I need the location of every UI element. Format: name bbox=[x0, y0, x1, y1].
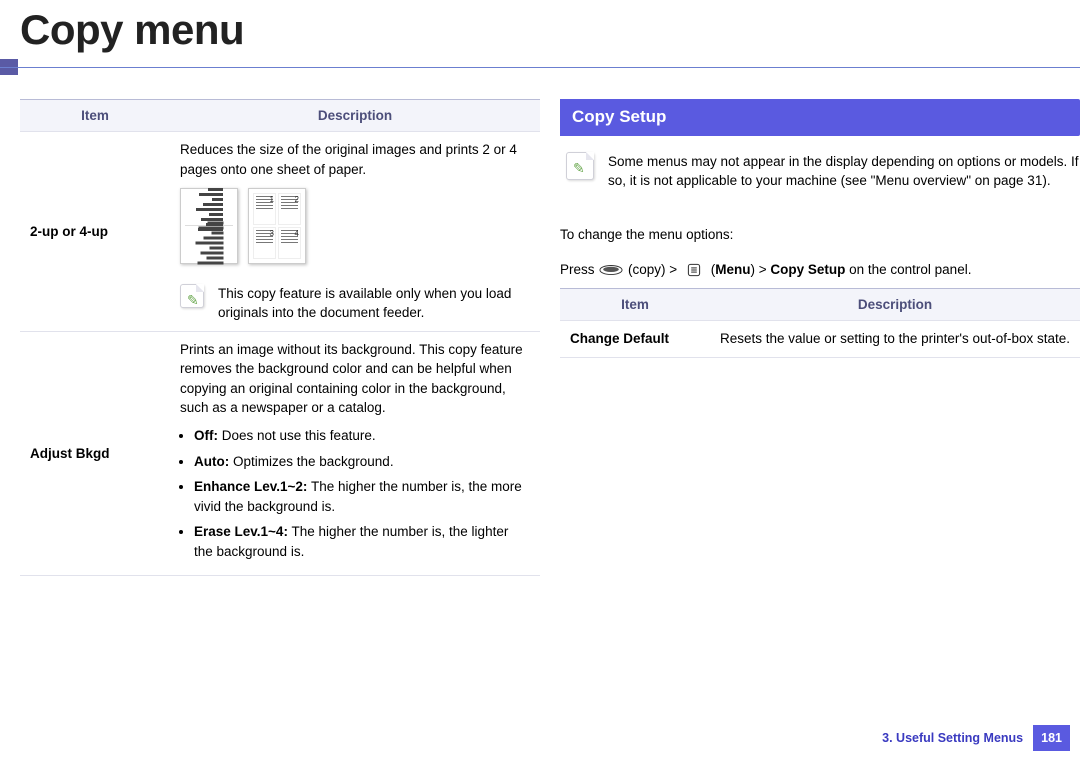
option-off: Off: Does not use this feature. bbox=[194, 426, 530, 446]
column-header-description: Description bbox=[710, 288, 1080, 321]
page-footer: 3. Useful Setting Menus 181 bbox=[882, 725, 1070, 751]
note-copy-setup: Some menus may not appear in the display… bbox=[560, 152, 1080, 205]
note-icon bbox=[180, 284, 204, 308]
menu-label: Menu bbox=[715, 262, 750, 277]
desc-text: Reduces the size of the original images … bbox=[180, 140, 530, 179]
table-row: 2-up or 4-up Reduces the size of the ori… bbox=[20, 132, 540, 331]
note-text: This copy feature is available only when… bbox=[218, 284, 530, 323]
footer-section: 3. Useful Setting Menus bbox=[882, 729, 1023, 747]
item-adjust-bkgd: Adjust Bkgd bbox=[20, 331, 170, 576]
copy-feature-table: Item Description 2-up or 4-up Reduces th… bbox=[20, 99, 540, 576]
note-nup: This copy feature is available only when… bbox=[180, 278, 530, 323]
right-column: Copy Setup Some menus may not appear in … bbox=[560, 99, 1080, 576]
note-icon bbox=[566, 152, 594, 180]
menu-button-icon bbox=[681, 263, 707, 277]
section-heading-copy-setup: Copy Setup bbox=[560, 99, 1080, 136]
item-nup: 2-up or 4-up bbox=[20, 132, 170, 331]
gt-sep: ) > bbox=[750, 262, 770, 277]
desc-text: Prints an image without its background. … bbox=[180, 340, 530, 418]
title-rule bbox=[0, 67, 1080, 71]
table-row: Adjust Bkgd Prints an image without its … bbox=[20, 331, 540, 576]
option-enhance: Enhance Lev.1~2: The higher the number i… bbox=[194, 477, 530, 516]
press-instruction: Press (copy) > (Menu) > Copy Setup on th… bbox=[560, 260, 1080, 280]
desc-adjust-bkgd: Prints an image without its background. … bbox=[170, 331, 540, 576]
change-options-intro: To change the menu options: bbox=[560, 225, 1080, 245]
page-title: Copy menu bbox=[0, 0, 1080, 67]
left-column: Item Description 2-up or 4-up Reduces th… bbox=[20, 99, 540, 576]
item-change-default: Change Default bbox=[560, 321, 710, 358]
adjust-bkgd-options: Off: Does not use this feature. Auto: Op… bbox=[180, 426, 530, 561]
thumb-2up-icon bbox=[180, 188, 238, 264]
copy-button-icon bbox=[598, 263, 624, 277]
press-word: Press bbox=[560, 262, 595, 277]
desc-change-default: Resets the value or setting to the print… bbox=[710, 321, 1080, 358]
nup-illustration: 1 2 3 4 bbox=[180, 188, 530, 264]
desc-nup: Reduces the size of the original images … bbox=[170, 132, 540, 331]
option-auto: Auto: Optimizes the background. bbox=[194, 452, 530, 472]
press-tail: on the control panel. bbox=[845, 262, 971, 277]
copy-setup-table: Item Description Change Default Resets t… bbox=[560, 288, 1080, 358]
note-text: Some menus may not appear in the display… bbox=[608, 152, 1080, 191]
copy-label: (copy) > bbox=[628, 262, 681, 277]
column-header-description: Description bbox=[170, 99, 540, 132]
footer-page-number: 181 bbox=[1033, 725, 1070, 751]
option-erase: Erase Lev.1~4: The higher the number is,… bbox=[194, 522, 530, 561]
copy-setup-label: Copy Setup bbox=[770, 262, 845, 277]
thumb-4up-icon: 1 2 3 4 bbox=[248, 188, 306, 264]
column-header-item: Item bbox=[20, 99, 170, 132]
column-header-item: Item bbox=[560, 288, 710, 321]
table-row: Change Default Resets the value or setti… bbox=[560, 321, 1080, 358]
